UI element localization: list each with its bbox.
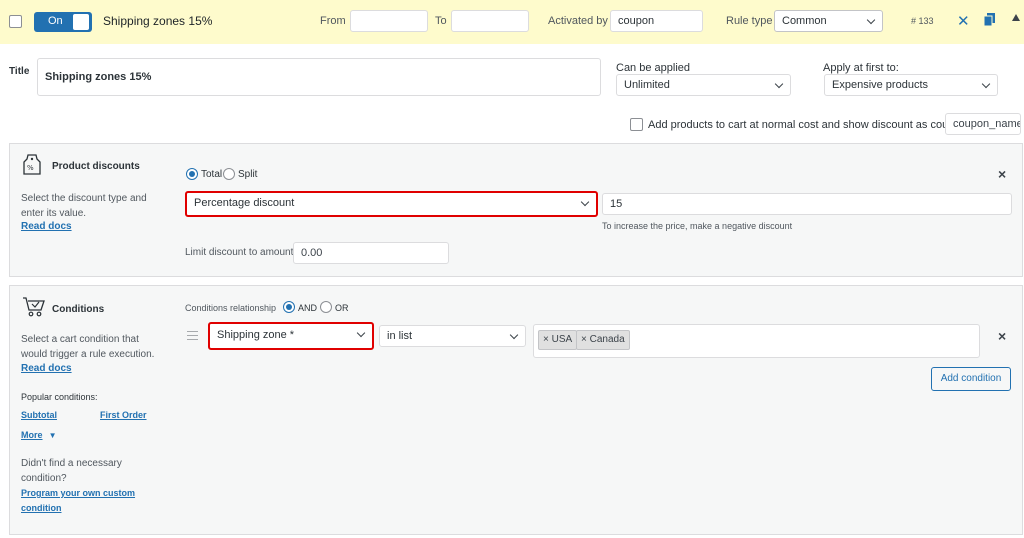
add-products-label: Add products to cart at normal cost and …: [648, 119, 967, 131]
title-input[interactable]: Shipping zones 15%: [37, 58, 601, 96]
delete-rule-icon[interactable]: ✕: [957, 12, 970, 30]
rule-title-text: Shipping zones 15%: [103, 14, 213, 28]
product-discounts-panel: % Product discounts Select the discount …: [9, 143, 1023, 277]
conditions-panel: Conditions Select a cart condition that …: [9, 285, 1023, 535]
remove-discount-icon[interactable]: ×: [998, 166, 1006, 182]
or-radio[interactable]: [320, 301, 332, 313]
activated-by-input[interactable]: coupon: [610, 10, 703, 32]
coupon-name-input[interactable]: coupon_name: [945, 113, 1021, 135]
toggle-label: On: [48, 15, 63, 27]
and-radio[interactable]: [283, 301, 295, 313]
more-arrow-icon: ▼: [48, 431, 57, 440]
rule-type-select[interactable]: Common: [774, 10, 883, 32]
not-found-text: Didn't find a necessary condition?: [21, 458, 122, 484]
discount-tag-icon: %: [23, 154, 41, 175]
discount-hint: To increase the price, make a negative d…: [602, 221, 793, 231]
cart-conditions-icon: [22, 296, 46, 318]
total-label: Total: [201, 169, 223, 180]
add-products-checkbox[interactable]: [630, 118, 643, 131]
tag-remove-icon[interactable]: ×: [581, 334, 587, 345]
rule-header: On Shipping zones 15% From To Activated …: [0, 0, 1024, 44]
tag-label: Canada: [589, 334, 625, 345]
conditions-heading: Conditions: [52, 304, 105, 315]
relationship-label: Conditions relationship: [185, 303, 277, 313]
add-condition-button[interactable]: Add condition: [931, 367, 1011, 391]
remove-condition-icon[interactable]: ×: [998, 328, 1006, 344]
copy-rule-icon[interactable]: [983, 13, 995, 27]
total-radio[interactable]: [186, 168, 198, 180]
tag-canada[interactable]: × Canada: [576, 330, 630, 350]
toggle-knob: [73, 14, 89, 30]
collapse-arrow-icon[interactable]: [1012, 14, 1020, 21]
split-radio[interactable]: [223, 168, 235, 180]
product-discounts-description: Select the discount type and enter its v…: [21, 193, 147, 219]
title-label: Title: [9, 66, 30, 77]
from-date-input[interactable]: [350, 10, 428, 32]
conditions-description: Select a cart condition that would trigg…: [21, 334, 155, 360]
rule-select-checkbox[interactable]: [9, 15, 22, 28]
from-label: From: [320, 15, 346, 27]
discount-value-input[interactable]: 15: [602, 193, 1012, 215]
or-label: OR: [335, 303, 349, 313]
split-label: Split: [238, 169, 258, 180]
discount-type-select[interactable]: Percentage discount: [185, 191, 598, 217]
limit-discount-input[interactable]: 0.00: [293, 242, 449, 264]
and-label: AND: [298, 303, 318, 313]
conditions-read-docs[interactable]: Read docs: [21, 363, 72, 374]
to-label: To: [435, 15, 447, 27]
apply-first-label: Apply at first to:: [823, 62, 899, 74]
apply-first-select[interactable]: Expensive products: [824, 74, 998, 96]
tag-remove-icon[interactable]: ×: [543, 334, 549, 345]
condition-type-select[interactable]: Shipping zone *: [208, 322, 374, 350]
enabled-toggle[interactable]: On: [34, 12, 92, 32]
rule-id: # 133: [911, 16, 934, 26]
limit-discount-label: Limit discount to amount:: [185, 247, 297, 258]
drag-handle-middle-line: [187, 334, 198, 336]
tag-usa[interactable]: × USA: [538, 330, 578, 350]
product-discounts-read-docs[interactable]: Read docs: [21, 221, 72, 232]
drag-handle-icon[interactable]: [187, 331, 198, 340]
svg-text:%: %: [27, 164, 34, 172]
to-date-input[interactable]: [451, 10, 529, 32]
can-be-applied-select[interactable]: Unlimited: [616, 74, 791, 96]
rule-type-label: Rule type: [726, 15, 773, 27]
popular-first-order-link[interactable]: First Order: [100, 410, 147, 420]
condition-values-field[interactable]: × USA × Canada: [533, 324, 980, 358]
tag-label: USA: [551, 334, 573, 345]
product-discounts-heading: Product discounts: [52, 161, 140, 172]
activated-by-label: Activated by: [548, 15, 608, 27]
condition-operator-select[interactable]: in list: [379, 325, 526, 347]
more-conditions-link[interactable]: More ▼: [21, 429, 57, 441]
popular-subtotal-link[interactable]: Subtotal: [21, 410, 57, 420]
program-custom-condition-link[interactable]: Program your own custom condition: [21, 486, 161, 516]
can-be-applied-label: Can be applied: [616, 62, 691, 74]
more-label: More: [21, 430, 43, 440]
popular-conditions-label: Popular conditions:: [21, 392, 98, 402]
